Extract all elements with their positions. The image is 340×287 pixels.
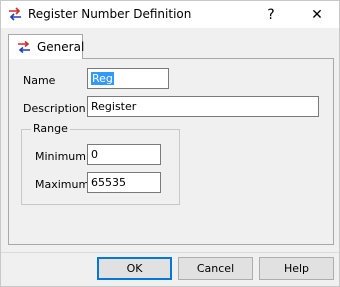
description-label: Description xyxy=(23,102,86,115)
minimum-input[interactable]: 0 xyxy=(87,144,161,165)
maximum-input[interactable]: 65535 xyxy=(87,172,161,193)
name-input[interactable]: Reg xyxy=(87,68,169,89)
cancel-button[interactable]: Cancel xyxy=(178,257,253,280)
title-bar[interactable]: Register Number Definition ? ✕ xyxy=(1,1,339,28)
tab-label: General xyxy=(37,40,85,54)
description-input[interactable]: Register xyxy=(87,96,319,117)
tab-general[interactable]: General xyxy=(8,34,85,59)
window-title: Register Number Definition xyxy=(28,7,192,21)
dialog-window: Register Number Definition ? ✕ General N… xyxy=(0,0,340,287)
ok-button[interactable]: OK xyxy=(97,257,172,280)
help-button[interactable]: Help xyxy=(259,257,334,280)
register-swap-icon xyxy=(9,7,21,21)
title-help-button[interactable]: ? xyxy=(249,1,293,28)
minimum-label: Minimum xyxy=(35,150,86,163)
register-swap-icon xyxy=(18,41,30,53)
range-group-title: Range xyxy=(31,122,70,135)
name-value: Reg xyxy=(91,72,114,85)
close-button[interactable]: ✕ xyxy=(295,1,339,28)
range-groupbox xyxy=(21,129,180,205)
maximum-label: Maximum xyxy=(35,178,90,191)
button-area-divider xyxy=(1,252,339,253)
name-label: Name xyxy=(23,74,56,87)
